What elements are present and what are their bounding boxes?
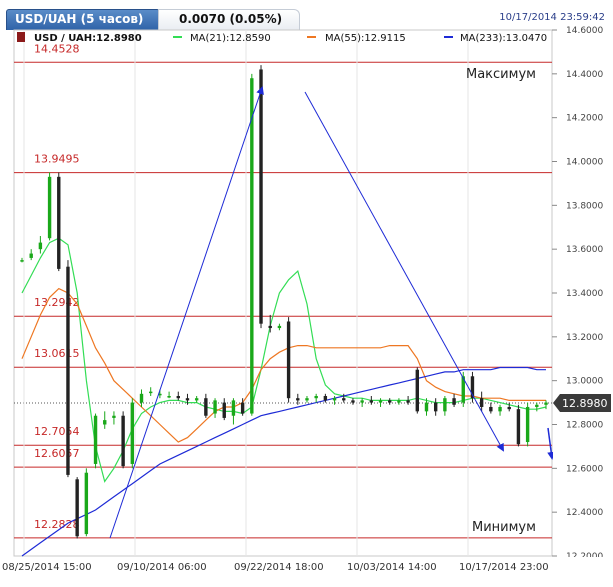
candle-body-3	[47, 176, 52, 239]
candle-body-46	[443, 398, 447, 412]
y-tick-label-5: 13.6000	[566, 245, 603, 255]
candle-body-54	[516, 409, 521, 445]
candle-body-1	[29, 253, 33, 258]
candle-body-53	[507, 406, 511, 410]
legend-ma233: MA(233):13.0470	[460, 33, 547, 44]
candle-body-8	[93, 415, 98, 464]
current-price-label: 12.8980	[562, 397, 608, 410]
candle-body-38	[369, 400, 374, 403]
candle-body-41	[397, 400, 401, 403]
candle-body-27	[268, 325, 272, 329]
x-tick-label-4: 10/17/2014 23:00	[459, 562, 549, 573]
candle-body-21	[213, 400, 217, 414]
y-tick-label-1: 14.4000	[566, 70, 603, 80]
candle-body-45	[433, 402, 438, 412]
candle-body-56	[535, 404, 539, 407]
y-tick-label-0: 14.6000	[566, 26, 603, 36]
legend-symbol-swatch	[17, 32, 25, 42]
candle-body-2	[38, 242, 43, 250]
level-label-0: 14.4528	[34, 42, 80, 55]
candle-body-17	[176, 396, 180, 399]
candle-body-55	[525, 406, 530, 443]
candle-body-57	[544, 402, 548, 405]
candle-body-39	[378, 400, 383, 403]
legend-ma55: MA(55):12.9115	[325, 33, 406, 44]
candle-body-37	[360, 400, 364, 403]
x-tick-label-0: 08/25/2014 15:00	[2, 562, 92, 573]
candle-body-29	[286, 321, 291, 399]
candlestick-chart[interactable]: 14.452813.949513.294213.061512.705412.60…	[0, 0, 613, 587]
candle-body-10	[112, 415, 116, 418]
y-tick-label-2: 14.2000	[566, 114, 603, 124]
candle-body-18	[185, 398, 190, 401]
legend-ma21: MA(21):12.8590	[190, 33, 271, 44]
candle-body-25	[250, 78, 254, 414]
candle-body-0	[20, 260, 24, 262]
candle-body-28	[277, 325, 282, 329]
candle-body-22	[222, 402, 226, 418]
candle-body-12	[130, 402, 135, 464]
plot-area	[13, 29, 553, 557]
candle-body-13	[139, 393, 144, 403]
x-axis-labels: 08/25/2014 15:00 09/10/2014 06:00 09/22/20…	[0, 557, 613, 587]
candle-body-5	[66, 266, 70, 475]
candle-body-47	[452, 398, 456, 405]
candle-body-30	[296, 398, 300, 401]
candle-body-31	[305, 398, 309, 401]
y-tick-label-4: 13.8000	[566, 201, 603, 211]
candle-body-32	[314, 396, 318, 399]
y-tick-label-10: 12.6000	[566, 464, 603, 474]
candle-body-51	[489, 406, 493, 412]
y-axis-panel: 14.6000 14.4000 14.2000 14.0000 13.8000 13.60…	[552, 26, 613, 587]
level-label-3: 13.0615	[34, 347, 80, 360]
candle-body-26	[259, 69, 263, 324]
candle-body-11	[121, 415, 125, 467]
candle-body-33	[323, 396, 328, 401]
candle-body-52	[498, 406, 502, 412]
y-tick-label-3: 14.0000	[566, 158, 603, 168]
x-tick-label-2: 09/22/2014 18:00	[234, 562, 324, 573]
candle-body-9	[103, 420, 107, 425]
candle-body-24	[240, 402, 245, 414]
x-tick-label-1: 09/10/2014 06:00	[117, 562, 207, 573]
y-tick-label-11: 12.4000	[566, 508, 603, 518]
candle-body-19	[194, 398, 199, 401]
y-tick-label-8: 13.0000	[566, 377, 603, 387]
y-tick-label-7: 13.2000	[566, 333, 603, 343]
candle-body-50	[479, 398, 484, 407]
level-label-1: 13.9495	[34, 153, 80, 166]
candle-body-35	[342, 398, 346, 401]
level-label-5: 12.6057	[34, 447, 80, 460]
candle-body-36	[351, 400, 355, 403]
candle-body-7	[84, 472, 89, 535]
candle-body-44	[424, 402, 429, 412]
legend-symbol: USD / UAH:12.8980	[34, 33, 142, 44]
min-label: Минимум	[472, 520, 536, 535]
candle-body-43	[415, 369, 419, 412]
candle-body-23	[231, 400, 236, 416]
level-label-4: 12.7054	[34, 425, 80, 438]
candle-body-40	[388, 400, 392, 403]
y-tick-label-9: 12.8000	[566, 421, 603, 431]
candle-body-14	[149, 391, 153, 394]
candle-body-16	[167, 396, 171, 398]
candle-body-42	[406, 400, 410, 403]
candle-body-4	[57, 176, 61, 269]
candle-body-20	[204, 398, 208, 416]
level-label-6: 12.2828	[34, 518, 80, 531]
y-tick-label-6: 13.4000	[566, 289, 603, 299]
candle-body-34	[332, 398, 337, 401]
max-label: Максимум	[466, 67, 536, 82]
x-tick-label-3: 10/03/2014 14:00	[347, 562, 437, 573]
candle-body-6	[75, 479, 79, 537]
